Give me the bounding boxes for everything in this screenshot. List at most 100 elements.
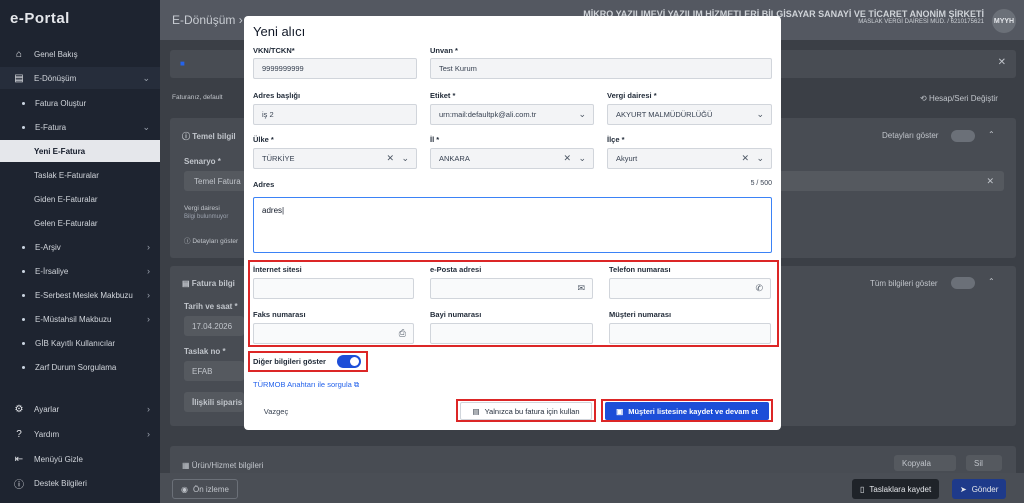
sidebar-item-label: Yardım: [34, 429, 60, 439]
chevron-right-icon: ›: [147, 290, 150, 300]
chevron-up-icon[interactable]: ⌃: [988, 277, 995, 286]
vergi-dairesi-label: Vergi dairesi *: [607, 91, 657, 100]
tarih-saat-label: Tarih ve saat *: [184, 302, 238, 311]
sidebar-item-giden[interactable]: Giden E-Faturalar: [0, 188, 160, 210]
sidebar-item-label: GİB Kayıtlı Kullanıcılar: [35, 338, 116, 348]
iliskili-button[interactable]: İlişkili siparis: [184, 392, 244, 412]
chevron-down-icon: ⌄: [142, 121, 150, 132]
taslak-no-input[interactable]: EFAB: [184, 361, 244, 381]
urun-hizmet-card: [170, 446, 1016, 476]
ilce-select[interactable]: Akyurt ✕ ⌄: [607, 148, 772, 169]
sidebar-item-destek[interactable]: ⓘ Destek Bilgileri: [0, 472, 160, 494]
chevron-right-icon: ›: [147, 242, 150, 252]
chevron-down-icon: ⌄: [756, 109, 764, 119]
sidebar-item-yeni-e-fatura[interactable]: Yeni E-Fatura: [0, 140, 160, 162]
save-draft-button[interactable]: ▯ Taslaklara kaydet: [852, 479, 940, 499]
il-select[interactable]: ANKARA ✕ ⌄: [430, 148, 594, 169]
chevron-down-icon: ⌄: [756, 153, 764, 163]
only-this-invoice-button[interactable]: ▤ Yalnızca bu fatura için kullan: [460, 402, 592, 420]
app-logo: e-Portal: [10, 10, 70, 27]
modal-title: Yeni alıcı: [253, 24, 306, 39]
internet-label: İnternet sitesi: [253, 265, 302, 274]
sidebar-item-e-fatura[interactable]: E-Fatura ⌄: [0, 116, 160, 138]
sidebar-item-label: Destek Bilgileri: [34, 478, 87, 488]
account-change-link[interactable]: ⟲ Hesap/Seri Değiştir: [920, 94, 998, 103]
bullet-icon: [22, 101, 25, 105]
text-cursor: |: [282, 206, 285, 215]
detaylari-goster-link[interactable]: ⓘ Detayları göster: [184, 235, 238, 245]
sidebar-item-yardim[interactable]: ? Yardım ›: [0, 423, 160, 445]
faks-field[interactable]: ⎙: [253, 323, 414, 344]
chevron-down-icon: ⌄: [578, 109, 586, 119]
vkn-label: VKN/TCKN*: [253, 46, 295, 55]
diger-bilgileri-toggle[interactable]: [337, 355, 361, 368]
unvan-field[interactable]: Test Kurum: [430, 58, 772, 79]
sidebar-item-gib-users[interactable]: GİB Kayıtlı Kullanıcılar: [0, 332, 160, 354]
bullet-icon: [22, 341, 25, 345]
close-icon[interactable]: ✕: [998, 57, 1006, 68]
ulke-select[interactable]: TÜRKİYE ✕ ⌄: [253, 148, 417, 169]
tum-bilgileri-toggle[interactable]: [951, 277, 975, 289]
etiket-select[interactable]: urn:mail:defaultpk@ali.com.tr ⌄: [430, 104, 594, 125]
sil-button[interactable]: Sil: [966, 455, 1002, 471]
adres-textarea[interactable]: adres|: [253, 197, 772, 253]
fatura-bilgileri-title: ▤ Fatura bilgi: [182, 279, 235, 288]
eposta-label: e-Posta adresi: [430, 265, 482, 274]
vkn-field[interactable]: 9999999999: [253, 58, 417, 79]
email-icon: ✉: [577, 283, 585, 293]
sidebar-item-taslak[interactable]: Taslak E-Faturalar: [0, 164, 160, 186]
sidebar-item-e-smm[interactable]: E-Serbest Meslek Makbuzu ›: [0, 284, 160, 306]
clear-icon[interactable]: ✕: [741, 153, 749, 164]
bilgi-bulunmuyor: Bilgi bulunmuyor: [184, 214, 229, 220]
save-and-continue-button[interactable]: ▣ Müşteri listesine kaydet ve devam et: [605, 402, 769, 420]
telefon-label: Telefon numarası: [609, 265, 671, 274]
clear-icon[interactable]: ✕: [386, 153, 394, 164]
send-icon: ➤: [960, 484, 967, 494]
musteri-label: Müşteri numarası: [609, 310, 672, 319]
preview-button[interactable]: ◉ Ön izleme: [172, 479, 238, 499]
vergi-dairesi-label: Vergi dairesi: [184, 205, 220, 212]
info-icon: ⓘ: [14, 479, 24, 491]
sidebar-item-ayarlar[interactable]: ⚙ Ayarlar ›: [0, 398, 160, 420]
sidebar-item-overview[interactable]: ⌂ Genel Bakış: [0, 43, 160, 65]
sidebar-item-menu-gizle[interactable]: ⇤ Menüyü Gizle: [0, 448, 160, 470]
sidebar-item-label: Giden E-Faturalar: [34, 194, 98, 204]
sidebar-item-e-mm[interactable]: E-Müstahsil Makbuzu ›: [0, 308, 160, 330]
sidebar-item-e-donusum[interactable]: ▤ E-Dönüşüm ⌄: [0, 67, 160, 89]
sidebar-item-fatura-olustur[interactable]: Fatura Oluştur: [0, 92, 160, 114]
ilce-label: İlçe *: [607, 135, 625, 144]
vergi-dairesi-select[interactable]: AKYURT MALMÜDÜRLÜĞÜ ⌄: [607, 104, 772, 125]
eposta-field[interactable]: ✉: [430, 278, 593, 299]
chevron-up-icon[interactable]: ⌃: [988, 130, 995, 139]
detaylari-goster-label: Detayları göster: [882, 131, 939, 140]
adres-basligi-field[interactable]: iş 2: [253, 104, 417, 125]
sidebar-item-zarf[interactable]: Zarf Durum Sorgulama: [0, 356, 160, 378]
bullet-icon: [22, 125, 25, 129]
fax-icon: ⎙: [398, 328, 406, 338]
musteri-field[interactable]: [609, 323, 771, 344]
telefon-field[interactable]: ✆: [609, 278, 771, 299]
turmob-link[interactable]: TÜRMOB Anahtarı ile sorgula ⧉: [253, 380, 359, 390]
tarih-input[interactable]: 17.04.2026: [184, 316, 244, 336]
sidebar-item-gelen[interactable]: Gelen E-Faturalar: [0, 212, 160, 234]
detaylari-toggle[interactable]: [951, 130, 975, 142]
send-button[interactable]: ➤ Gönder: [952, 479, 1007, 499]
phone-icon: ✆: [755, 283, 763, 293]
bullet-icon: [22, 317, 25, 321]
kopyala-button[interactable]: Kopyala: [894, 455, 956, 471]
adres-label: Adres: [253, 180, 275, 189]
sidebar-item-label: E-Fatura: [35, 122, 67, 132]
collapse-menu-icon: ⇤: [14, 453, 24, 465]
chevron-right-icon: ›: [147, 429, 150, 439]
avatar[interactable]: MYYH: [992, 9, 1016, 33]
chevron-down-icon: ⌄: [578, 153, 586, 163]
cancel-button[interactable]: Vazgeç: [256, 402, 296, 420]
internet-field[interactable]: [253, 278, 414, 299]
clear-icon[interactable]: ✕: [563, 153, 571, 164]
bullet-icon: [22, 245, 25, 249]
adres-char-counter: 5 / 500: [750, 180, 772, 187]
clear-icon[interactable]: ✕: [986, 176, 994, 187]
sidebar-item-e-irsaliye[interactable]: E-İrsaliye ›: [0, 260, 160, 282]
sidebar-item-e-arsiv[interactable]: E-Arşiv ›: [0, 236, 160, 258]
bayi-field[interactable]: [430, 323, 593, 344]
